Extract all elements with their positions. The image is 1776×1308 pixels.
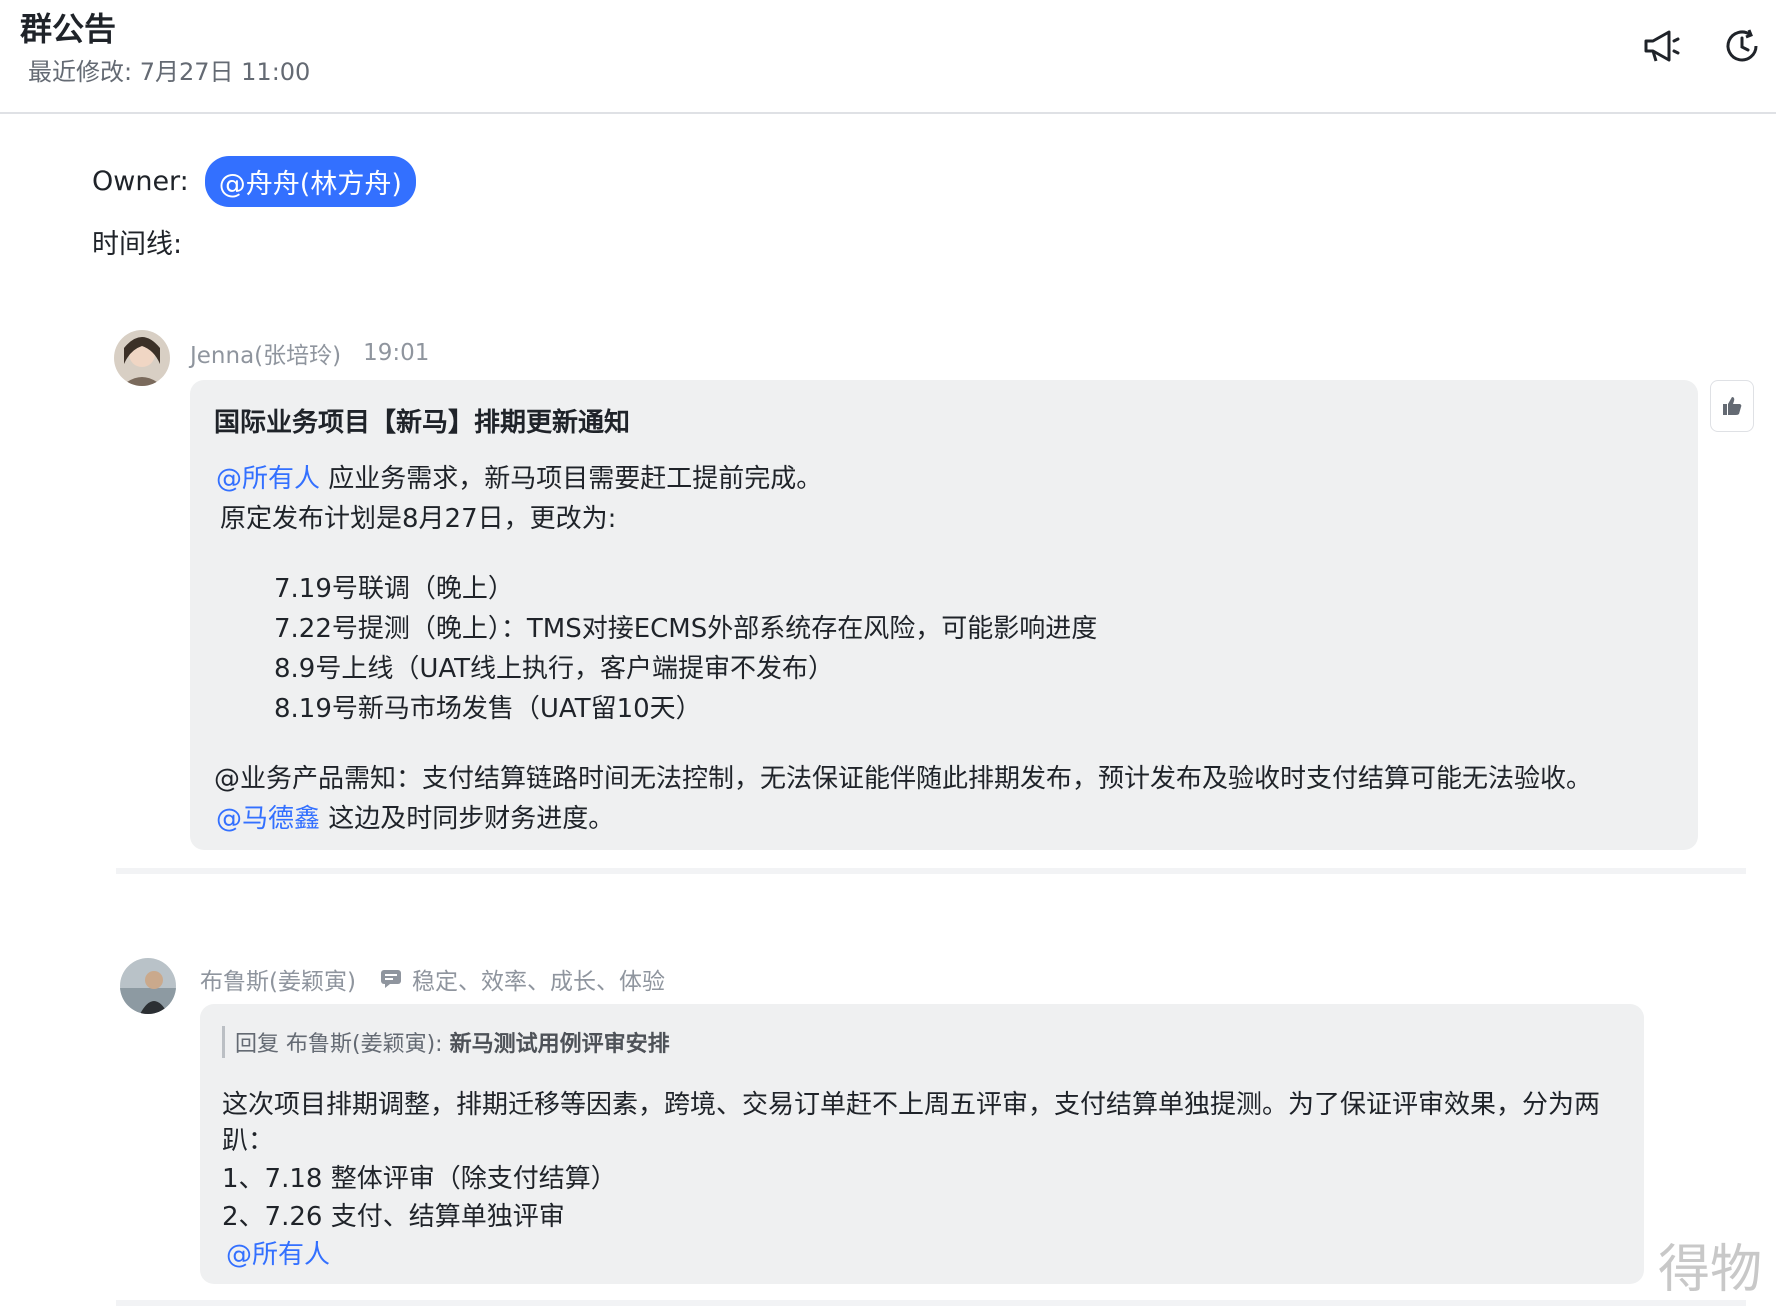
message-line: @马德鑫 这边及时同步财务进度。 bbox=[216, 798, 614, 835]
owner-mention[interactable]: @舟舟(林方舟) bbox=[204, 156, 416, 207]
message-text: 应业务需求，新马项目需要赶工提前完成。 bbox=[320, 464, 823, 494]
message-line: 趴： bbox=[222, 1126, 275, 1156]
list-item: 1、7.18 整体评审（除支付结算） bbox=[222, 1164, 617, 1194]
message-line: @所有人 应业务需求，新马项目需要赶工提前完成。 bbox=[216, 458, 822, 495]
schedule-item: 8.19号新马市场发售（UAT留10天） bbox=[274, 694, 702, 724]
avatar-jenna[interactable] bbox=[114, 330, 170, 386]
reply-subject: 新马测试用例评审安排 bbox=[449, 1032, 670, 1057]
reply-quote[interactable]: 回复 布鲁斯(姜颖寅): 新马测试用例评审安排 bbox=[222, 1026, 670, 1058]
sender-name[interactable]: Jenna(张培玲) bbox=[190, 336, 341, 370]
page-title: 群公告 bbox=[20, 10, 117, 48]
megaphone-icon[interactable] bbox=[1640, 24, 1684, 68]
mention-all[interactable]: @所有人 bbox=[226, 1234, 330, 1271]
sender-name[interactable]: 布鲁斯(姜颖寅) bbox=[200, 962, 356, 996]
last-modified-text: 最近修改: 7月27日 11:00 bbox=[28, 58, 311, 86]
schedule-item: 7.19号联调（晚上） bbox=[274, 574, 514, 604]
sender-line: Jenna(张培玲) 19:01 bbox=[190, 336, 429, 370]
mention-all[interactable]: @所有人 bbox=[216, 464, 320, 494]
announcement-header: 群公告 最近修改: 7月27日 11:00 bbox=[0, 0, 1776, 114]
message-title: 国际业务项目【新马】排期更新通知 bbox=[214, 408, 631, 438]
timeline-label: 时间线: bbox=[92, 229, 183, 260]
message-note: @业务产品需知：支付结算链路时间无法控制，无法保证能伴随此排期发布，预计发布及验… bbox=[214, 764, 1593, 794]
message-bubble: 国际业务项目【新马】排期更新通知 @所有人 应业务需求，新马项目需要赶工提前完成… bbox=[190, 380, 1698, 850]
message-text: 这边及时同步财务进度。 bbox=[320, 804, 615, 834]
thumbs-up-icon[interactable] bbox=[1710, 380, 1754, 432]
message-divider bbox=[116, 1300, 1746, 1306]
message-bubble: 回复 布鲁斯(姜颖寅): 新马测试用例评审安排 这次项目排期调整，排期迁移等因素… bbox=[200, 1004, 1644, 1284]
dewu-logo: 得物 bbox=[1657, 1240, 1762, 1300]
message-divider bbox=[116, 868, 1746, 874]
message-line: 原定发布计划是8月27日，更改为: bbox=[220, 504, 617, 534]
reply-prefix: 回复 布鲁斯(姜颖寅): bbox=[235, 1032, 443, 1057]
list-item: 2、7.26 支付、结算单独评审 bbox=[222, 1202, 565, 1232]
message-line: 这次项目排期调整，排期迁移等因素，跨境、交易订单赶不上周五评审，支付结算单独提测… bbox=[222, 1090, 1601, 1120]
owner-line: Owner: @舟舟(林方舟) bbox=[92, 156, 416, 207]
avatar-bruce[interactable] bbox=[120, 958, 176, 1014]
mention-person[interactable]: @马德鑫 bbox=[216, 804, 320, 834]
schedule-item: 7.22号提测（晚上）：TMS对接ECMS外部系统存在风险，可能影响进度 bbox=[274, 614, 1098, 644]
status-text: 稳定、效率、成长、体验 bbox=[411, 969, 665, 995]
status-icon bbox=[380, 969, 402, 989]
message-time: 19:01 bbox=[363, 340, 430, 366]
history-icon[interactable] bbox=[1720, 24, 1764, 68]
owner-label: Owner: bbox=[92, 166, 189, 197]
schedule-item: 8.9号上线（UAT线上执行，客户端提审不发布） bbox=[274, 654, 835, 684]
sender-line: 布鲁斯(姜颖寅) 稳定、效率、成长、体验 bbox=[200, 962, 665, 996]
